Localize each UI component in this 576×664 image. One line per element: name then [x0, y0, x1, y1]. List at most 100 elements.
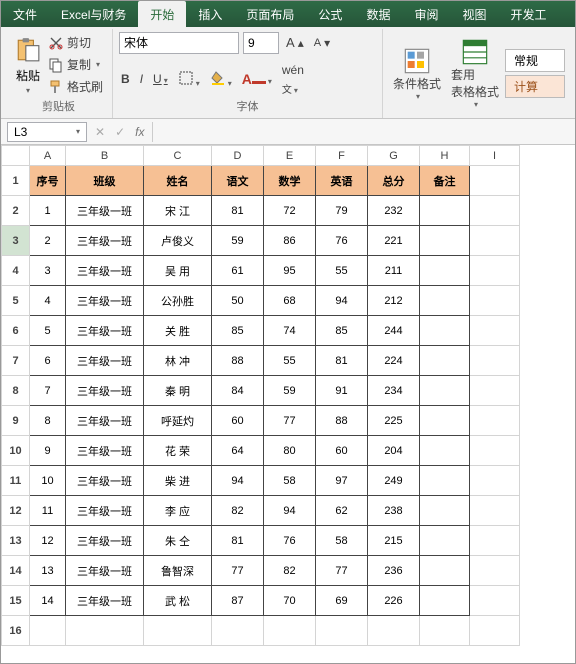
row-header-2[interactable]: 2 [2, 196, 30, 226]
data-cell[interactable]: 60 [212, 406, 264, 436]
data-cell[interactable]: 234 [368, 376, 420, 406]
data-cell[interactable]: 关 胜 [144, 316, 212, 346]
data-cell[interactable] [420, 256, 470, 286]
data-cell[interactable]: 5 [30, 316, 66, 346]
cell[interactable] [470, 256, 520, 286]
cell[interactable] [470, 436, 520, 466]
data-cell[interactable] [420, 586, 470, 616]
menu-tab-6[interactable]: 数据 [354, 1, 402, 27]
formula-input[interactable] [152, 122, 569, 142]
cell[interactable] [470, 406, 520, 436]
table-header-cell[interactable]: 序号 [30, 166, 66, 196]
cell[interactable] [420, 616, 470, 646]
font-name-combo[interactable] [119, 32, 239, 54]
col-header-A[interactable]: A [30, 146, 66, 166]
col-header-I[interactable]: I [470, 146, 520, 166]
select-all-corner[interactable] [2, 146, 30, 166]
cell[interactable] [470, 556, 520, 586]
data-cell[interactable] [420, 526, 470, 556]
data-cell[interactable]: 4 [30, 286, 66, 316]
row-header-15[interactable]: 15 [2, 586, 30, 616]
data-cell[interactable]: 卢俊义 [144, 226, 212, 256]
data-cell[interactable]: 三年级一班 [66, 496, 144, 526]
data-cell[interactable]: 68 [264, 286, 316, 316]
data-cell[interactable] [420, 286, 470, 316]
data-cell[interactable]: 13 [30, 556, 66, 586]
cell[interactable] [470, 346, 520, 376]
data-cell[interactable]: 朱 仝 [144, 526, 212, 556]
data-cell[interactable]: 三年级一班 [66, 376, 144, 406]
cell[interactable] [470, 586, 520, 616]
data-cell[interactable]: 12 [30, 526, 66, 556]
cell[interactable] [66, 616, 144, 646]
phonetic-button[interactable]: wén文 [280, 62, 306, 97]
data-cell[interactable]: 236 [368, 556, 420, 586]
data-cell[interactable]: 宋 江 [144, 196, 212, 226]
data-cell[interactable]: 三年级一班 [66, 586, 144, 616]
data-cell[interactable]: 82 [264, 556, 316, 586]
data-cell[interactable]: 呼延灼 [144, 406, 212, 436]
data-cell[interactable]: 204 [368, 436, 420, 466]
cell[interactable] [470, 166, 520, 196]
fill-color-button[interactable] [208, 69, 234, 90]
data-cell[interactable]: 三年级一班 [66, 226, 144, 256]
copy-button[interactable]: 复制 [45, 54, 106, 75]
col-header-H[interactable]: H [420, 146, 470, 166]
data-cell[interactable]: 14 [30, 586, 66, 616]
data-cell[interactable] [420, 226, 470, 256]
row-header-6[interactable]: 6 [2, 316, 30, 346]
data-cell[interactable]: 三年级一班 [66, 436, 144, 466]
menu-tab-8[interactable]: 视图 [450, 1, 498, 27]
data-cell[interactable]: 91 [316, 376, 368, 406]
data-cell[interactable] [420, 556, 470, 586]
cell[interactable] [470, 316, 520, 346]
cell[interactable] [368, 616, 420, 646]
data-cell[interactable]: 58 [316, 526, 368, 556]
menu-tab-4[interactable]: 页面布局 [234, 1, 306, 27]
data-cell[interactable]: 225 [368, 406, 420, 436]
data-cell[interactable]: 82 [212, 496, 264, 526]
data-cell[interactable]: 柴 进 [144, 466, 212, 496]
font-color-button[interactable]: A [240, 70, 274, 88]
grow-font-button[interactable]: A▴ [283, 32, 307, 54]
data-cell[interactable]: 87 [212, 586, 264, 616]
data-cell[interactable]: 鲁智深 [144, 556, 212, 586]
data-cell[interactable]: 三年级一班 [66, 196, 144, 226]
data-cell[interactable]: 81 [316, 346, 368, 376]
data-cell[interactable]: 55 [316, 256, 368, 286]
cut-button[interactable]: 剪切 [45, 32, 106, 53]
data-cell[interactable]: 232 [368, 196, 420, 226]
data-cell[interactable]: 76 [264, 526, 316, 556]
data-cell[interactable] [420, 496, 470, 526]
data-cell[interactable]: 95 [264, 256, 316, 286]
data-cell[interactable]: 10 [30, 466, 66, 496]
data-cell[interactable]: 55 [264, 346, 316, 376]
data-cell[interactable]: 1 [30, 196, 66, 226]
name-box[interactable]: L3▾ [7, 122, 87, 142]
data-cell[interactable]: 74 [264, 316, 316, 346]
col-header-E[interactable]: E [264, 146, 316, 166]
cell[interactable] [470, 286, 520, 316]
menu-tab-3[interactable]: 插入 [186, 1, 234, 27]
spreadsheet-grid[interactable]: ABCDEFGHI1序号班级姓名语文数学英语总分备注21三年级一班宋 江8172… [1, 145, 575, 646]
cell[interactable] [470, 226, 520, 256]
cell[interactable] [30, 616, 66, 646]
menu-tab-1[interactable]: Excel与财务 [49, 1, 138, 27]
data-cell[interactable]: 三年级一班 [66, 286, 144, 316]
data-cell[interactable]: 84 [212, 376, 264, 406]
data-cell[interactable]: 59 [212, 226, 264, 256]
data-cell[interactable] [420, 316, 470, 346]
table-header-cell[interactable]: 英语 [316, 166, 368, 196]
data-cell[interactable]: 三年级一班 [66, 526, 144, 556]
row-header-1[interactable]: 1 [2, 166, 30, 196]
data-cell[interactable]: 72 [264, 196, 316, 226]
font-size-combo[interactable] [243, 32, 279, 54]
data-cell[interactable]: 61 [212, 256, 264, 286]
data-cell[interactable]: 3 [30, 256, 66, 286]
row-header-7[interactable]: 7 [2, 346, 30, 376]
data-cell[interactable]: 58 [264, 466, 316, 496]
data-cell[interactable]: 80 [264, 436, 316, 466]
italic-button[interactable]: I [138, 71, 145, 87]
data-cell[interactable]: 7 [30, 376, 66, 406]
data-cell[interactable]: 秦 明 [144, 376, 212, 406]
